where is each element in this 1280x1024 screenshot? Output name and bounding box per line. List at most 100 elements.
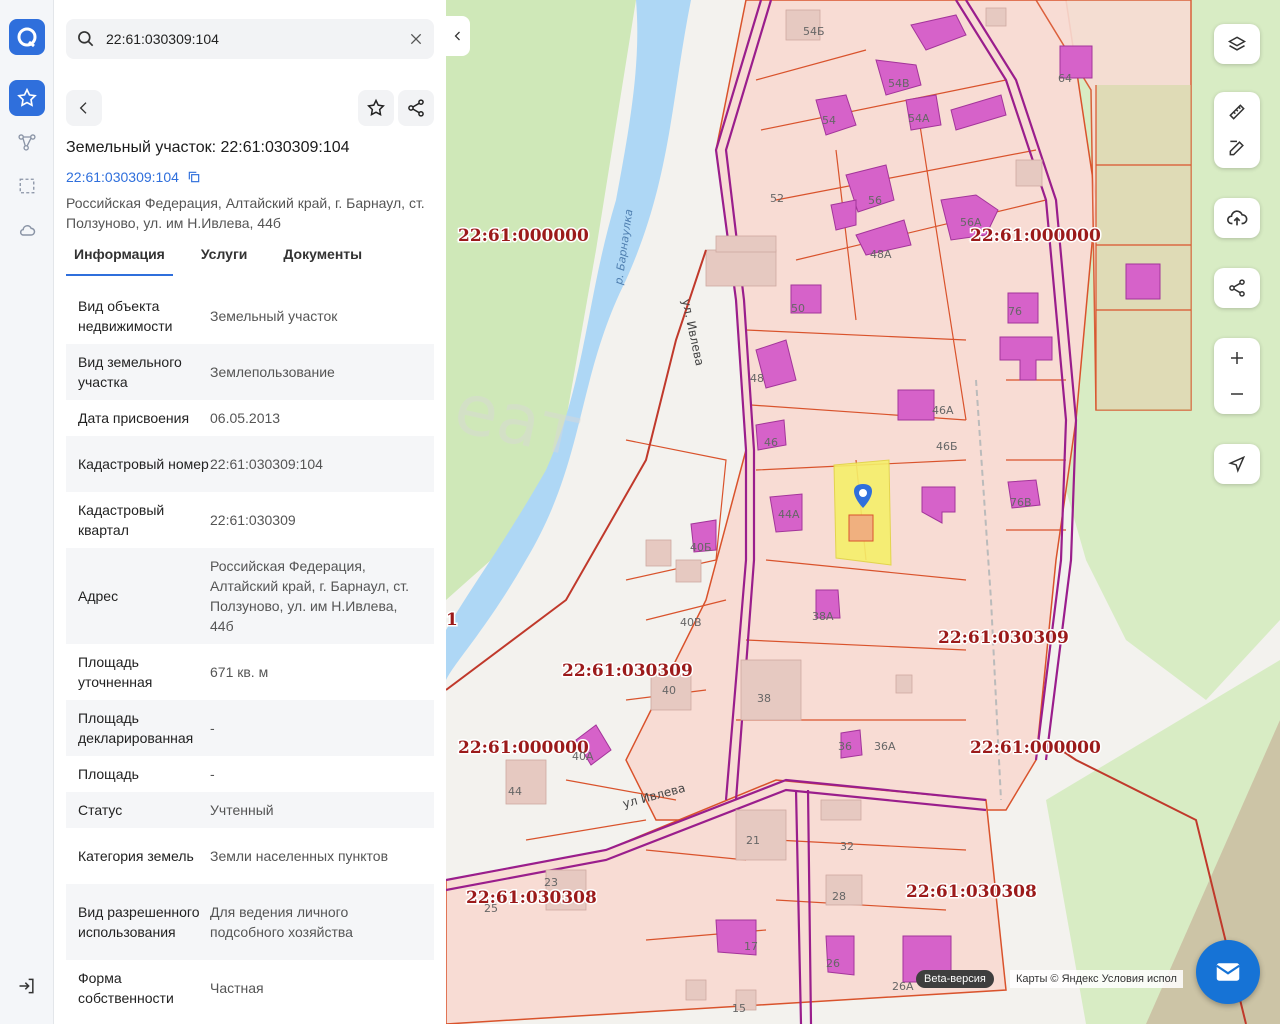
zoom-in-icon[interactable] <box>1214 340 1260 376</box>
edit-icon[interactable] <box>1214 130 1260 166</box>
beta-badge: Beta-версия <box>916 970 994 988</box>
info-row-value: Учтенный <box>210 802 274 818</box>
quarter-label: 22:61:030309 <box>938 628 1069 648</box>
share-button[interactable] <box>398 90 434 126</box>
house-number: 36А <box>874 740 896 753</box>
info-tabs: Информация Услуги Документы <box>66 246 370 276</box>
routes-icon[interactable] <box>9 124 45 160</box>
info-row-key: Форма собственности <box>78 970 174 1006</box>
house-number: 46Б <box>936 440 958 453</box>
zoom-out-icon[interactable] <box>1214 376 1260 412</box>
layers-icon[interactable] <box>1214 24 1260 64</box>
house-number: 38А <box>812 610 834 623</box>
info-row-key: Площадь декларированная <box>78 710 194 746</box>
house-number: 15 <box>732 1002 746 1015</box>
info-row: Вид объекта недвижимости Земельный участо… <box>66 288 434 344</box>
info-row-value: Земельный участок <box>210 308 338 324</box>
info-row-value: 22:61:030309:104 <box>210 456 323 472</box>
house-number: 26 <box>826 957 840 970</box>
add-favorite-button[interactable] <box>358 90 394 126</box>
house-number: 54 <box>822 114 836 127</box>
quarter-label: 22:61:000000 <box>970 738 1101 758</box>
info-row-value: Землепользование <box>210 364 335 380</box>
area-select-icon[interactable] <box>9 168 45 204</box>
quarter-label: 22:61:030308 <box>906 882 1037 902</box>
info-row-value: Земли населенных пунктов <box>210 848 389 864</box>
object-info-panel: 22:61:030309:104 Земельный участок: 22:6… <box>54 0 446 1024</box>
quarter-edge-label: 1 <box>446 610 458 630</box>
info-row-value: Российская Федерация, Алтайский край, г.… <box>210 558 410 634</box>
map-share-control <box>1214 268 1260 308</box>
info-row: Кадастровый квартал 22:61:030309 <box>66 492 434 548</box>
map-attribution[interactable]: Карты © Яндекс Условия испол <box>1010 970 1183 988</box>
house-number: 54В <box>888 77 910 90</box>
layers-control <box>1214 24 1260 64</box>
quarter-label: 22:61:030309 <box>562 661 693 681</box>
info-row: Площадь - <box>66 756 434 792</box>
house-number: 28 <box>832 890 846 903</box>
navigation-arrow-icon[interactable] <box>1214 444 1260 484</box>
house-number: 52 <box>770 192 784 205</box>
house-number: 56 <box>868 194 882 207</box>
info-row-key: Площадь <box>78 766 139 782</box>
tab-services[interactable]: Услуги <box>193 246 256 276</box>
house-number: 36 <box>838 740 852 753</box>
info-row-key: Вид земельного участка <box>78 354 182 390</box>
collapse-panel-button[interactable] <box>446 16 470 56</box>
search-box[interactable]: 22:61:030309:104 <box>66 19 434 59</box>
house-number: 50 <box>791 302 805 315</box>
info-row-key: Кадастровый номер <box>78 456 209 472</box>
house-number: 54А <box>908 112 930 125</box>
info-row-value: 22:61:030309 <box>210 512 296 528</box>
map-canvas[interactable]: р. Барнаулка ул. Ивлева ул Ивлева 22:61:… <box>446 0 1280 1024</box>
house-number: 32 <box>840 840 854 853</box>
info-row-key: Вид объекта недвижимости <box>78 298 173 334</box>
back-button[interactable] <box>66 90 102 126</box>
copy-icon[interactable] <box>187 170 201 187</box>
house-number: 21 <box>746 834 760 847</box>
info-row-value: - <box>210 720 215 736</box>
house-number: 40Б <box>690 541 712 554</box>
info-row: Статус Учтенный <box>66 792 434 828</box>
house-number: 56А <box>960 216 982 229</box>
house-number: 76 <box>1008 305 1022 318</box>
info-row: Вид земельного участка Землепользование <box>66 344 434 400</box>
cadastral-number-text[interactable]: 22:61:030309:104 <box>66 169 179 185</box>
upload-icon[interactable] <box>1214 198 1260 238</box>
house-number: 76В <box>1010 496 1032 509</box>
info-row: Кадастровый номер 22:61:030309:104 <box>66 436 434 492</box>
house-number: 40А <box>572 750 594 763</box>
tab-information[interactable]: Информация <box>66 246 173 276</box>
info-row-value: Частная <box>210 980 264 996</box>
house-number: 38 <box>757 692 771 705</box>
cadastral-map[interactable]: р. Барнаулка ул. Ивлева ул Ивлева 22:61:… <box>446 0 1280 1024</box>
info-row: Адрес Российская Федерация, Алтайский кра… <box>66 548 434 644</box>
quarter-label: 22:61:000000 <box>458 226 589 246</box>
feedback-button[interactable] <box>1196 940 1260 1004</box>
logout-icon[interactable] <box>9 968 45 1004</box>
info-row-key: Адрес <box>78 588 119 604</box>
info-row-value: Для ведения личного подсобного хозяйства <box>210 904 353 940</box>
geolocation-control <box>1214 444 1260 484</box>
favorites-star-icon[interactable] <box>9 80 45 116</box>
cadastral-number-link[interactable]: 22:61:030309:104 <box>66 169 201 187</box>
clear-search-icon[interactable] <box>408 31 424 52</box>
measure-tools <box>1214 92 1260 168</box>
info-row-key: Кадастровый квартал <box>78 502 165 538</box>
ruler-icon[interactable] <box>1214 94 1260 130</box>
info-row-key: Вид разрешенного использования <box>78 904 200 940</box>
app-logo-icon[interactable] <box>9 19 45 55</box>
house-number: 25 <box>484 902 498 915</box>
info-row: Категория земель Земли населенных пунктов <box>66 828 434 884</box>
search-input[interactable]: 22:61:030309:104 <box>106 31 219 47</box>
tab-documents[interactable]: Документы <box>275 246 370 276</box>
info-row-key: Статус <box>78 802 123 818</box>
info-row: Площадь уточненная 671 кв. м <box>66 644 434 700</box>
house-number: 40В <box>680 616 702 629</box>
info-row-key: Категория земель <box>78 848 194 864</box>
house-number: 40 <box>662 684 676 697</box>
share-map-icon[interactable] <box>1214 268 1260 308</box>
cloud-icon[interactable] <box>9 212 45 248</box>
object-address: Российская Федерация, Алтайский край, г.… <box>66 195 425 231</box>
search-icon <box>76 29 96 54</box>
